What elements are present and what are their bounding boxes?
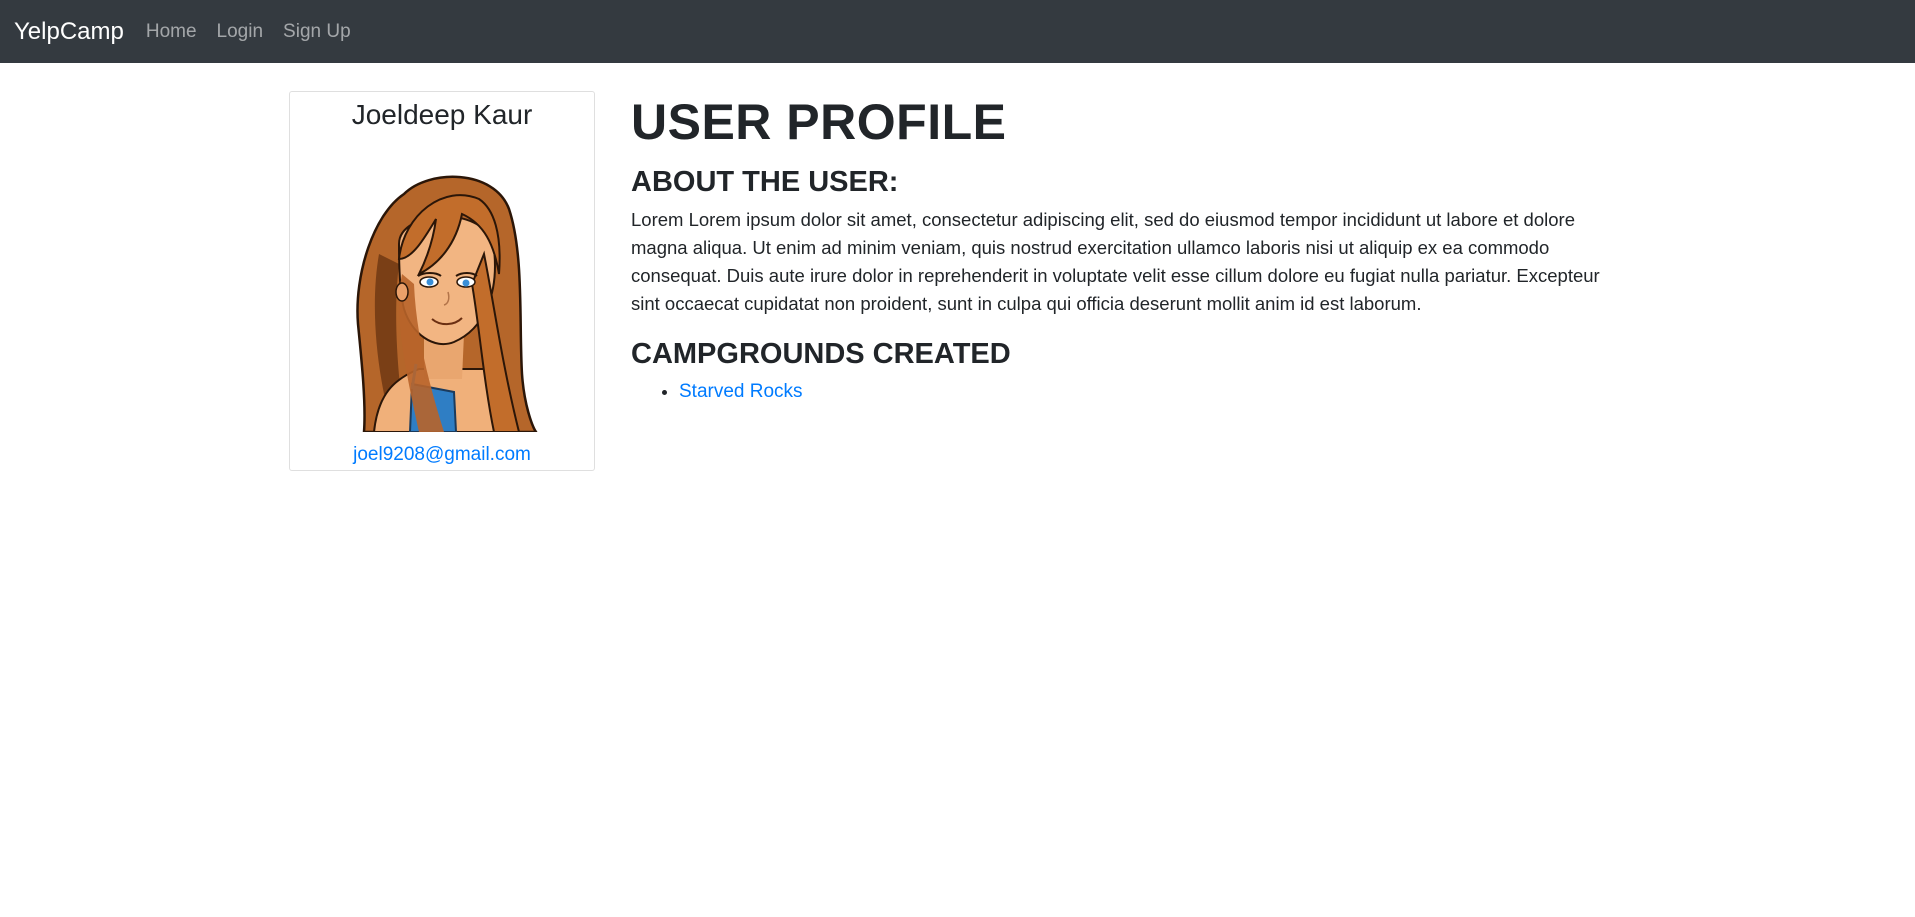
brand-link[interactable]: YelpCamp xyxy=(14,18,124,46)
nav-link-signup[interactable]: Sign Up xyxy=(283,21,351,43)
avatar xyxy=(344,164,544,432)
profile-card: Joeldeep Kaur joel9208@gmail.com xyxy=(289,91,595,471)
about-heading: ABOUT THE USER: xyxy=(631,166,899,198)
nav-link-home[interactable]: Home xyxy=(146,21,197,43)
campground-link[interactable]: Starved Rocks xyxy=(679,381,803,402)
list-item: Starved Rocks xyxy=(679,378,1631,406)
navbar: YelpCamp Home Login Sign Up xyxy=(0,0,1915,63)
main-content: USER PROFILE ABOUT THE USER: Lorem Lorem… xyxy=(631,92,1631,406)
nav-link-login[interactable]: Login xyxy=(217,21,264,43)
campgrounds-list: Starved Rocks xyxy=(631,378,1631,406)
campgrounds-heading: CAMPGROUNDS CREATED xyxy=(631,338,1011,370)
page-title: USER PROFILE xyxy=(631,94,1007,150)
profile-name: Joeldeep Kaur xyxy=(351,99,533,130)
about-text: Lorem Lorem ipsum dolor sit amet, consec… xyxy=(631,209,1600,314)
profile-email-link[interactable]: joel9208@gmail.com xyxy=(290,444,594,466)
